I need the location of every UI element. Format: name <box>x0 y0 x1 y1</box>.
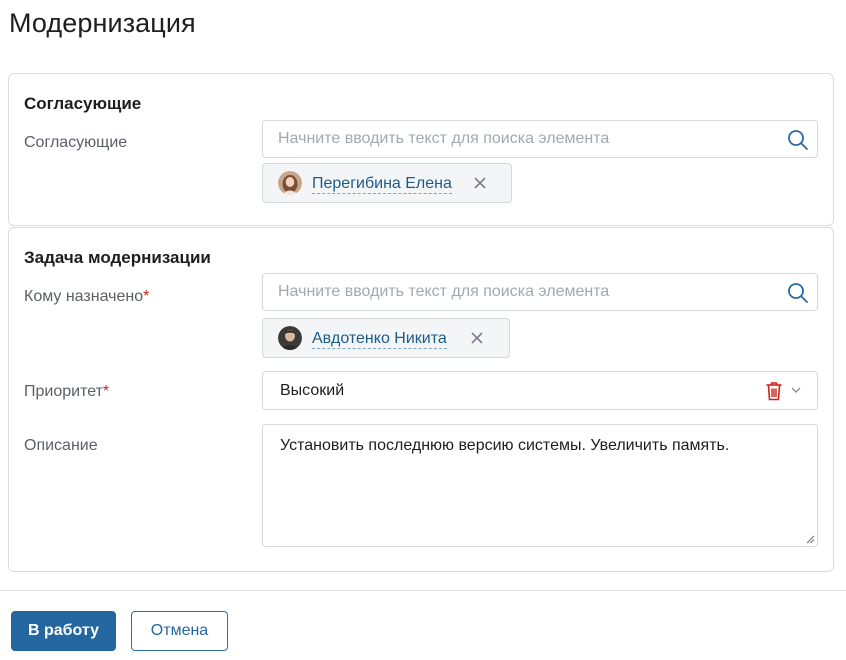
approver-chip: Перегибина Елена <box>262 163 512 203</box>
assignee-name-link[interactable]: Авдотенко Никита <box>312 329 447 349</box>
description-label: Описание <box>24 437 98 454</box>
approvers-label: Согласующие <box>24 134 128 151</box>
assignee-search-placeholder: Начните вводить текст для поиска элемент… <box>278 283 610 300</box>
description-textarea[interactable]: Установить последнюю версию системы. Уве… <box>262 424 818 547</box>
approvers-search-input[interactable]: Начните вводить текст для поиска элемент… <box>262 120 818 158</box>
section-title: Согласующие <box>24 94 142 113</box>
description-value: Установить последнюю версию системы. Уве… <box>280 437 730 454</box>
approvers-search-placeholder: Начните вводить текст для поиска элемент… <box>278 130 610 147</box>
avatar <box>278 171 302 195</box>
resize-handle-icon[interactable] <box>805 534 815 544</box>
task-section: Задача модернизации Кому назначено* Начн… <box>8 227 834 572</box>
required-mark: * <box>102 383 110 400</box>
assignee-chip: Авдотенко Никита <box>262 318 510 358</box>
priority-select[interactable]: Высокий <box>262 371 818 410</box>
section-title: Задача модернизации <box>24 248 211 267</box>
close-icon[interactable] <box>472 175 488 191</box>
footer-divider <box>0 590 846 591</box>
avatar <box>278 326 302 350</box>
approver-name-link[interactable]: Перегибина Елена <box>312 174 452 194</box>
approvers-section: Согласующие Согласующие Начните вводить … <box>8 73 834 226</box>
cancel-button[interactable]: Отмена <box>131 611 228 651</box>
priority-label: Приоритет* <box>24 383 109 401</box>
priority-label-text: Приоритет <box>24 383 103 400</box>
required-mark: * <box>143 288 150 305</box>
close-icon[interactable] <box>469 330 485 346</box>
trash-icon[interactable] <box>765 381 783 401</box>
search-icon[interactable] <box>787 282 809 304</box>
assignee-label: Кому назначено* <box>24 288 149 306</box>
assignee-label-text: Кому назначено <box>24 288 144 305</box>
search-icon[interactable] <box>787 129 809 151</box>
priority-value: Высокий <box>280 382 345 399</box>
submit-button[interactable]: В работу <box>11 611 116 651</box>
assignee-search-input[interactable]: Начните вводить текст для поиска элемент… <box>262 273 818 311</box>
page-title: Модернизация <box>9 8 196 38</box>
chevron-down-icon[interactable] <box>790 385 802 395</box>
